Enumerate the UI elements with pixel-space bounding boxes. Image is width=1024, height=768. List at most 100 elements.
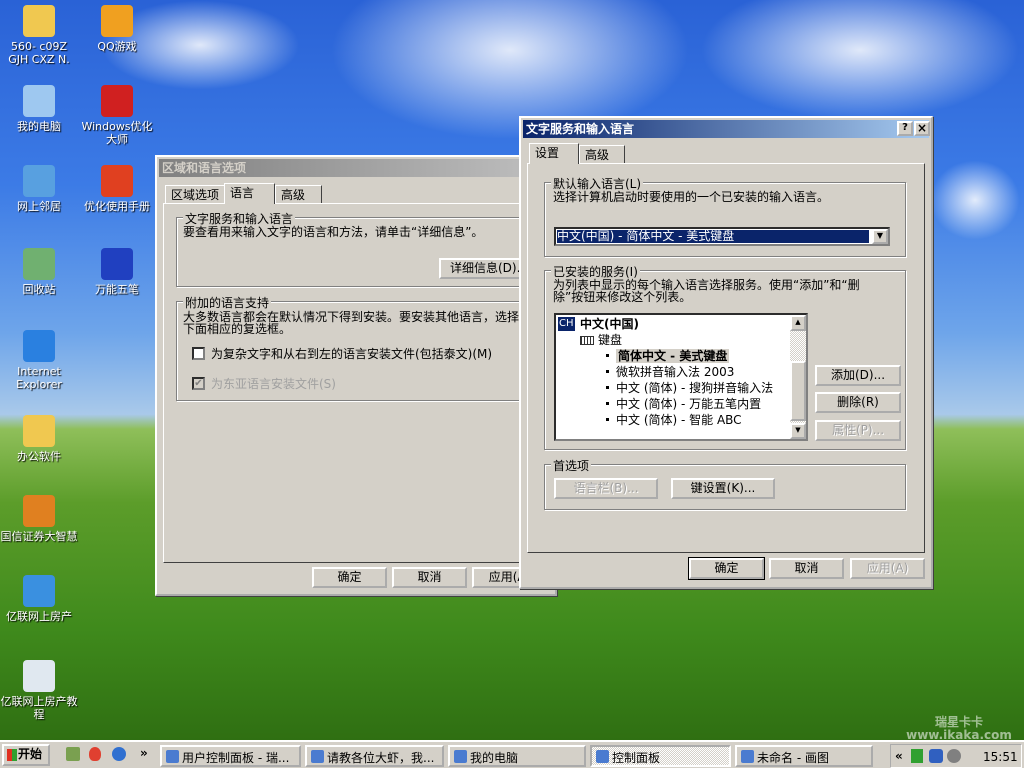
title-bar[interactable]: 文字服务和输入语言: [523, 120, 929, 138]
desktop-icon-label: QQ游戏: [97, 40, 137, 53]
service-item[interactable]: 中文 (简体) - 万能五笔内置: [616, 397, 761, 411]
preferences-group: 首选项 语言栏(B)... 键设置(K)...: [544, 457, 906, 510]
scroll-down-arrow-icon[interactable]: ▼: [790, 423, 806, 439]
bullet-icon: [606, 370, 609, 373]
bullet-icon: [606, 402, 609, 405]
taskbar-button[interactable]: 用户控制面板 - 瑞...: [160, 745, 301, 767]
desktop-icon-label: 办公软件: [17, 450, 61, 463]
desktop-icon-label: Windows优化大师: [81, 120, 153, 146]
taskbar-button[interactable]: 我的电脑: [448, 745, 586, 767]
desktop-icon-label: 我的电脑: [17, 120, 61, 133]
tree-item-keyboard[interactable]: 键盘: [598, 333, 622, 347]
desktop-icon[interactable]: 国信证券大智慧: [0, 495, 78, 543]
keyboard-icon: [580, 336, 594, 345]
tab-advanced[interactable]: 高级: [579, 145, 625, 164]
apply-button: 应用(A): [850, 558, 925, 579]
checkbox-label[interactable]: 为复杂文字和从右到左的语言安装文件(包括泰文)(M): [211, 347, 492, 361]
desktop-icon[interactable]: QQ游戏: [78, 5, 156, 53]
cancel-button[interactable]: 取消: [392, 567, 467, 588]
language-bar-button: 语言栏(B)...: [554, 478, 658, 499]
group-label: 附加的语言支持: [183, 294, 272, 311]
tab-panel: 文字服务和输入语言 要查看用来输入文字的语言和方法，请单击“详细信息”。 详细信…: [163, 203, 553, 563]
scroll-thumb[interactable]: [790, 361, 806, 421]
network-icon[interactable]: [929, 749, 943, 763]
default-language-dropdown[interactable]: 中文(中国) - 简体中文 - 美式键盘 ▼: [554, 227, 890, 246]
services-tree-list[interactable]: CH 中文(中国) 键盘 简体中文 - 美式键盘 微软拼音输入法 2003 中文 (…: [554, 313, 808, 441]
supplemental-language-group: 附加的语言支持 大多数语言都会在默认情况下得到安装。要安装其他语言，选择 下面相…: [176, 294, 546, 401]
taskbar-button[interactable]: 未命名 - 画图: [735, 745, 873, 767]
recycle-bin-icon: [23, 248, 55, 280]
tab-regional-options[interactable]: 区域选项: [165, 185, 226, 204]
properties-button: 属性(P)...: [815, 420, 901, 441]
selected-value: 中文(中国) - 简体中文 - 美式键盘: [557, 230, 869, 243]
desktop-icon-label: 优化使用手册: [84, 200, 150, 213]
tab-settings[interactable]: 设置: [529, 143, 579, 164]
clock[interactable]: 15:51: [983, 750, 1018, 764]
app-icon: [166, 750, 179, 763]
scroll-up-arrow-icon[interactable]: ▲: [790, 315, 806, 331]
desktop-icon[interactable]: 网上邻居: [0, 165, 78, 213]
task-label: 用户控制面板 - 瑞...: [182, 751, 290, 765]
close-button[interactable]: ×: [914, 121, 930, 136]
tree-icon[interactable]: [911, 749, 923, 763]
start-button[interactable]: 开始: [2, 744, 50, 766]
chevron-down-icon[interactable]: ▼: [872, 229, 888, 244]
desktop-icon-label: 560- c09Z GJH CXZ N.: [8, 40, 70, 66]
stock-app-icon: [23, 495, 55, 527]
desktop-icon-label: 网上邻居: [17, 200, 61, 213]
ie-shortcut-icon: [23, 575, 55, 607]
internet-explorer-icon: [23, 330, 55, 362]
desktop-icon[interactable]: 亿联网上房产教程: [0, 660, 78, 721]
show-desktop-icon[interactable]: [66, 747, 80, 761]
folder-icon: [23, 5, 55, 37]
add-button[interactable]: 添加(D)...: [815, 365, 901, 386]
title-bar[interactable]: 区域和语言选项: [159, 159, 553, 177]
regional-language-options-dialog: 区域和语言选项 区域选项 语言 高级 文字服务和输入语言 要查看用来输入文字的语…: [155, 155, 557, 596]
balloon-icon[interactable]: [89, 747, 101, 761]
ok-button[interactable]: 确定: [688, 557, 765, 580]
taskbar-button[interactable]: 控制面板: [590, 745, 731, 767]
desktop-icon[interactable]: 办公软件: [0, 415, 78, 463]
desktop-icon[interactable]: 回收站: [0, 248, 78, 296]
scrollbar[interactable]: ▲ ▼: [790, 315, 806, 439]
desktop-icon[interactable]: 亿联网上房产: [0, 575, 78, 623]
description: 除”按钮来修改这个列表。: [553, 290, 692, 304]
service-item[interactable]: 中文 (简体) - 搜狗拼音输入法: [616, 381, 773, 395]
east-asian-checkbox[interactable]: ✔: [192, 377, 205, 390]
network-places-icon: [23, 165, 55, 197]
service-item[interactable]: 中文 (简体) - 智能 ABC: [616, 413, 742, 427]
windows-logo-icon: [7, 749, 17, 761]
desktop-icon[interactable]: Windows优化大师: [78, 85, 156, 146]
window-icon: [23, 660, 55, 692]
tray-expand-button[interactable]: «: [895, 749, 903, 763]
help-button[interactable]: ?: [897, 121, 913, 136]
taskbar: 开始 » 用户控制面板 - 瑞... 请教各位大虾，我... 我的电脑 控制面板 未命名…: [0, 740, 1024, 768]
ok-button[interactable]: 确定: [312, 567, 387, 588]
remove-button[interactable]: 删除(R): [815, 392, 901, 413]
service-item[interactable]: 简体中文 - 美式键盘: [616, 349, 730, 363]
service-item[interactable]: 微软拼音输入法 2003: [616, 365, 734, 379]
qq-game-icon: [101, 5, 133, 37]
desktop-icon[interactable]: 560- c09Z GJH CXZ N.: [0, 5, 78, 66]
ie-icon[interactable]: [112, 747, 126, 761]
cancel-button[interactable]: 取消: [769, 558, 844, 579]
tab-advanced[interactable]: 高级: [275, 185, 322, 204]
key-settings-button[interactable]: 键设置(K)...: [671, 478, 775, 499]
desktop-icon[interactable]: 万能五笔: [78, 248, 156, 296]
quicklaunch-more[interactable]: »: [140, 746, 148, 760]
tree-item-language[interactable]: 中文(中国): [580, 317, 639, 331]
description: 要查看用来输入文字的语言和方法，请单击“详细信息”。: [183, 225, 484, 239]
taskbar-button[interactable]: 请教各位大虾，我...: [305, 745, 444, 767]
complex-script-checkbox[interactable]: [192, 347, 205, 360]
checkbox-label: 为东亚语言安装文件(S): [211, 377, 336, 391]
desktop-icon[interactable]: Internet Explorer: [0, 330, 78, 391]
tab-languages[interactable]: 语言: [224, 183, 275, 204]
desktop-icon[interactable]: 我的电脑: [0, 85, 78, 133]
volume-icon[interactable]: [947, 749, 961, 763]
desktop-icon[interactable]: 优化使用手册: [78, 165, 156, 213]
task-label: 请教各位大虾，我...: [327, 751, 435, 765]
bullet-icon: [606, 354, 609, 357]
my-computer-icon: [23, 85, 55, 117]
task-label: 控制面板: [612, 751, 661, 765]
task-label: 未命名 - 画图: [757, 751, 829, 765]
